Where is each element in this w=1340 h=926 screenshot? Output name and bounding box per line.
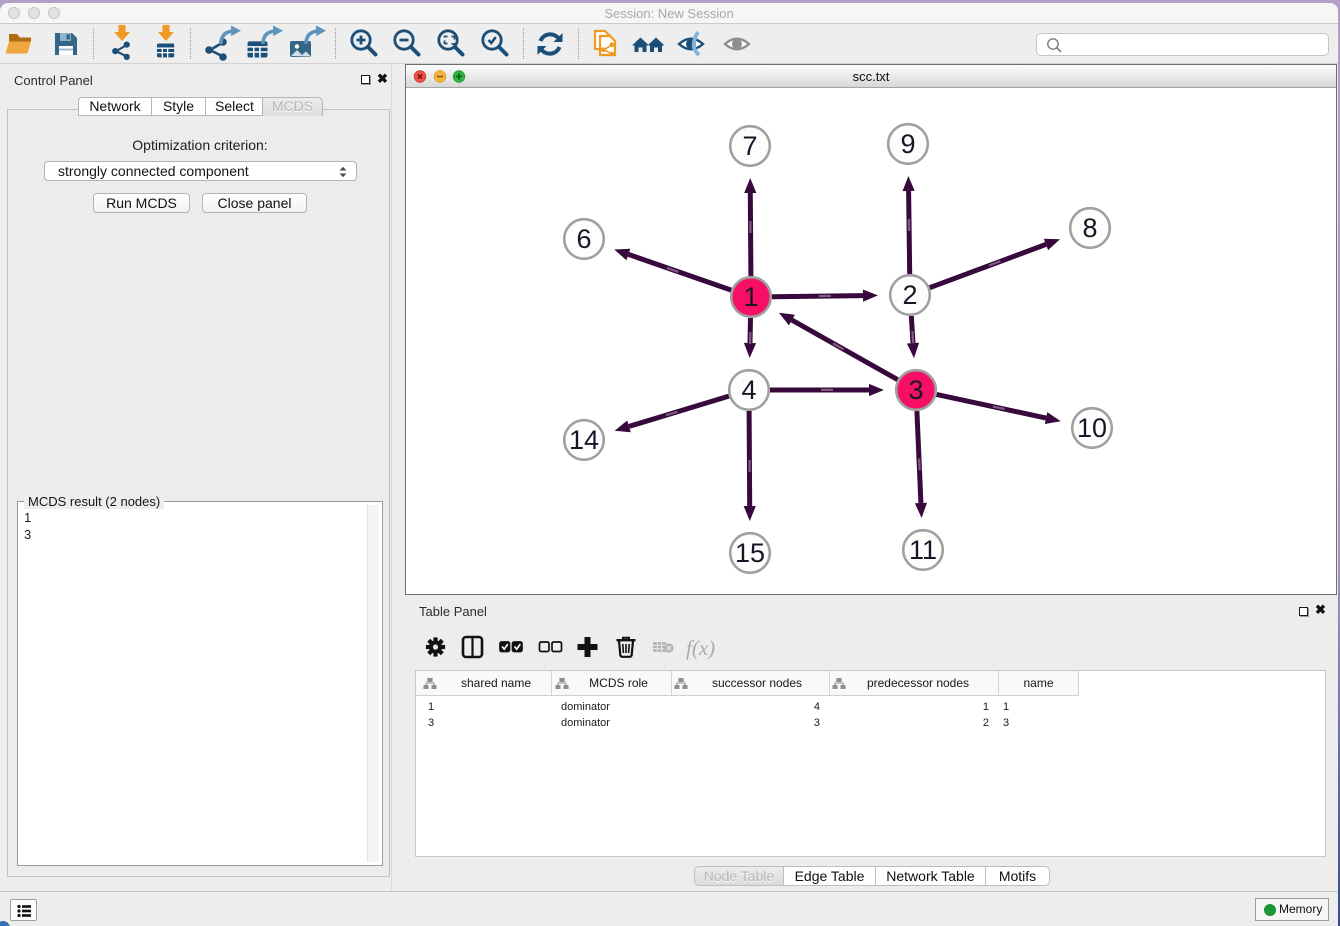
svg-text:f(x): f(x)	[686, 636, 715, 660]
svg-text:15: 15	[735, 538, 765, 568]
svg-text:4: 4	[741, 375, 756, 405]
svg-text:10: 10	[1077, 413, 1107, 443]
svg-text:3: 3	[908, 375, 923, 405]
svg-text:9: 9	[900, 129, 915, 159]
svg-text:14: 14	[569, 425, 599, 455]
svg-text:8: 8	[1082, 213, 1097, 243]
svg-text:1: 1	[743, 282, 758, 312]
svg-text:7: 7	[742, 131, 757, 161]
svg-text:6: 6	[576, 224, 591, 254]
svg-text:11: 11	[909, 535, 937, 565]
svg-text:2: 2	[902, 280, 917, 310]
